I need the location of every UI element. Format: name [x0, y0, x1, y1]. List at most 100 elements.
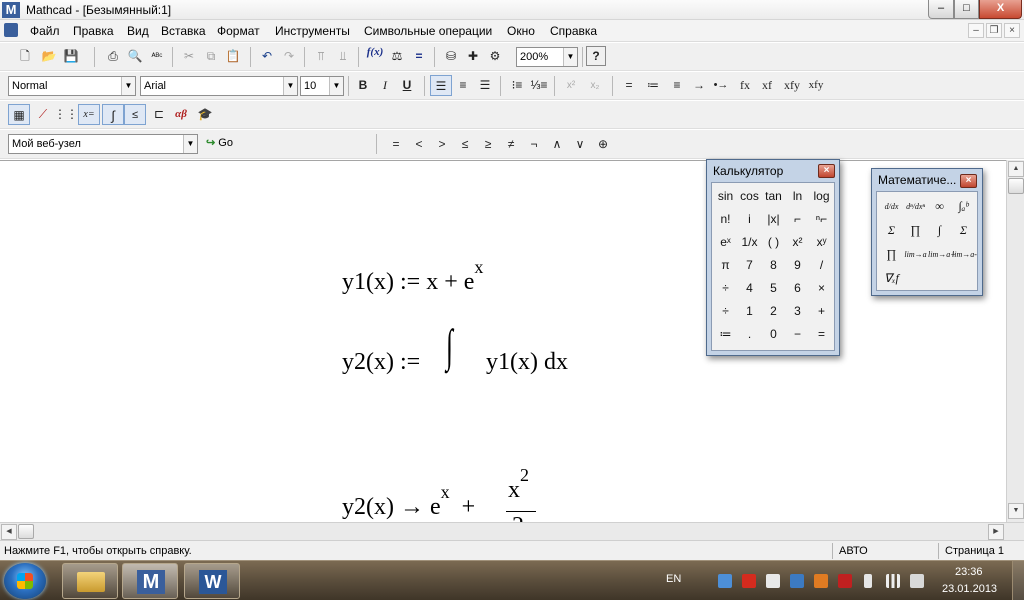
calculator-key[interactable]: 0 [762, 323, 785, 346]
adobe-tray-icon[interactable] [742, 574, 756, 588]
menu-edit[interactable]: Правка [73, 24, 114, 38]
taskbar-word[interactable]: W [184, 563, 240, 599]
boolean-neq-button[interactable]: ≠ [500, 134, 522, 155]
save-icon[interactable]: 💾 [60, 46, 82, 67]
infix-button[interactable]: xfy [780, 75, 804, 96]
scroll-left-icon[interactable]: ◀ [1, 524, 17, 540]
boolean-xor-button[interactable]: ⊕ [592, 134, 614, 155]
boolean-equals-button[interactable]: = [385, 134, 407, 155]
calculus-key[interactable]: ∏ [904, 219, 927, 242]
paste-icon[interactable]: 📋 [222, 46, 244, 67]
calculator-key[interactable]: 3 [786, 300, 809, 323]
symbol-global-button[interactable]: ≡ [666, 75, 688, 96]
align-top-icon[interactable]: ⫪ [310, 46, 332, 67]
prefix-button[interactable]: fx [734, 75, 756, 96]
calculator-key[interactable]: 5 [762, 277, 785, 300]
graph-toolbar-icon[interactable]: ⟋ [32, 104, 54, 125]
align-center-icon[interactable]: ≡ [452, 75, 474, 96]
bullets-icon[interactable]: ⁝≡ [506, 75, 528, 96]
calculator-key[interactable]: = [810, 323, 833, 346]
calculator-key[interactable]: ⁿ⌐ [810, 208, 833, 231]
superscript-button[interactable]: x² [560, 75, 582, 96]
insert-function-icon[interactable]: f(x) [364, 46, 386, 67]
calculus-key[interactable]: Σ [880, 219, 903, 242]
copy-icon[interactable]: ⧉ [200, 46, 222, 67]
boolean-not-button[interactable]: ¬ [523, 134, 545, 155]
mdi-restore-icon[interactable]: ❐ [986, 23, 1002, 38]
menu-view[interactable]: Вид [127, 24, 149, 38]
calculator-key[interactable]: 9 [786, 254, 809, 277]
style-select[interactable]: Normal ▼ [8, 76, 136, 96]
close-icon[interactable]: × [818, 164, 835, 178]
network-tray-icon[interactable] [718, 574, 732, 588]
calculator-key[interactable]: / [810, 254, 833, 277]
calculus-palette[interactable]: Математиче... × d/dx dⁿ/dxⁿ ∞ ∫ₐᵇ Σ ∏ ∫ Σ ∏ lim→a… [871, 168, 983, 296]
calculator-key[interactable]: ≔ [714, 323, 737, 346]
antivirus-tray-icon[interactable] [814, 574, 828, 588]
postfix-button[interactable]: xf [756, 75, 778, 96]
resources-icon[interactable]: ✚ [462, 46, 484, 67]
font-select[interactable]: Arial ▼ [140, 76, 298, 96]
calculator-key[interactable]: ln [786, 185, 809, 208]
taskbar-explorer[interactable] [62, 563, 118, 599]
boolean-or-button[interactable]: ∨ [569, 134, 591, 155]
vertical-scroll-thumb[interactable] [1008, 178, 1024, 194]
equation-y2-symbolic-result[interactable]: y2(x) → ex + [342, 482, 475, 521]
boolean-greater-button[interactable]: > [431, 134, 453, 155]
close-icon[interactable]: × [960, 174, 977, 188]
greek-toolbar-icon[interactable]: αβ [170, 104, 192, 125]
calculus-key[interactable]: ∫ₐᵇ [952, 195, 975, 218]
calculator-key[interactable]: cos [738, 185, 761, 208]
calculator-key[interactable]: ⌐ [786, 208, 809, 231]
calculator-key[interactable]: ÷ [714, 300, 737, 323]
symbolic-toolbar-icon[interactable]: 🎓 [194, 104, 216, 125]
menu-format[interactable]: Формат [217, 24, 260, 38]
hyperlink-icon[interactable]: ⚙ [484, 46, 506, 67]
flag-tray-icon[interactable] [766, 574, 780, 588]
calculator-key[interactable]: π [714, 254, 737, 277]
print-icon[interactable]: ⎙ [102, 46, 124, 67]
calculator-key[interactable]: |x| [762, 208, 785, 231]
calculus-key[interactable]: d/dx [880, 195, 903, 218]
volume-warning-tray-icon[interactable] [838, 574, 852, 588]
show-desktop-button[interactable] [1012, 561, 1024, 600]
calculator-key[interactable]: ( ) [762, 231, 785, 254]
menu-insert[interactable]: Вставка [161, 24, 206, 38]
taskbar-mathcad[interactable]: M [122, 563, 178, 599]
horizontal-scroll-thumb[interactable] [18, 524, 34, 539]
calculator-key[interactable]: 6 [786, 277, 809, 300]
menu-symbolics[interactable]: Символьные операции [364, 24, 492, 38]
calculus-key[interactable]: lim→a+ [928, 243, 956, 266]
scroll-up-icon[interactable]: ▲ [1008, 161, 1024, 177]
calculator-key[interactable]: sin [714, 185, 737, 208]
clock-date[interactable]: 23.01.2013 [942, 583, 997, 595]
mdi-close-icon[interactable]: × [1004, 23, 1020, 38]
calculator-key[interactable]: × [810, 277, 833, 300]
boolean-geq-button[interactable]: ≥ [477, 134, 499, 155]
calculator-key[interactable]: 1/x [738, 231, 761, 254]
numbering-icon[interactable]: ⅓≡ [528, 75, 550, 96]
horizontal-scrollbar[interactable]: ◀ ▶ [0, 522, 1024, 540]
menu-tools[interactable]: Инструменты [275, 24, 350, 38]
boolean-less-button[interactable]: < [408, 134, 430, 155]
underline-button[interactable]: U [396, 75, 418, 96]
calculator-key[interactable]: 8 [762, 254, 785, 277]
calculus-toolbar-icon[interactable]: ∫ [102, 104, 124, 125]
document-icon[interactable] [4, 23, 18, 37]
calculator-toolbar-icon[interactable]: ▦ [8, 104, 30, 125]
treetype-button[interactable]: xfy [804, 75, 828, 96]
new-document-icon[interactable]: 🗋 [14, 46, 36, 67]
equation-y1-definition[interactable]: y1(x) := x + ex [342, 257, 483, 296]
align-left-icon[interactable]: ☰ [430, 75, 452, 96]
bluetooth-tray-icon[interactable] [790, 574, 804, 588]
menu-help[interactable]: Справка [550, 24, 597, 38]
start-button[interactable] [4, 563, 46, 599]
calculus-key[interactable]: ∫ [928, 219, 951, 242]
calculator-key[interactable]: eˣ [714, 231, 737, 254]
menu-file[interactable]: Файл [30, 24, 60, 38]
font-size-select[interactable]: 10 ▼ [300, 76, 344, 96]
help-icon[interactable]: ? [586, 46, 606, 66]
calculator-key[interactable]: log [810, 185, 833, 208]
undo-icon[interactable]: ↶ [256, 46, 278, 67]
calculus-key[interactable]: dⁿ/dxⁿ [904, 195, 927, 218]
